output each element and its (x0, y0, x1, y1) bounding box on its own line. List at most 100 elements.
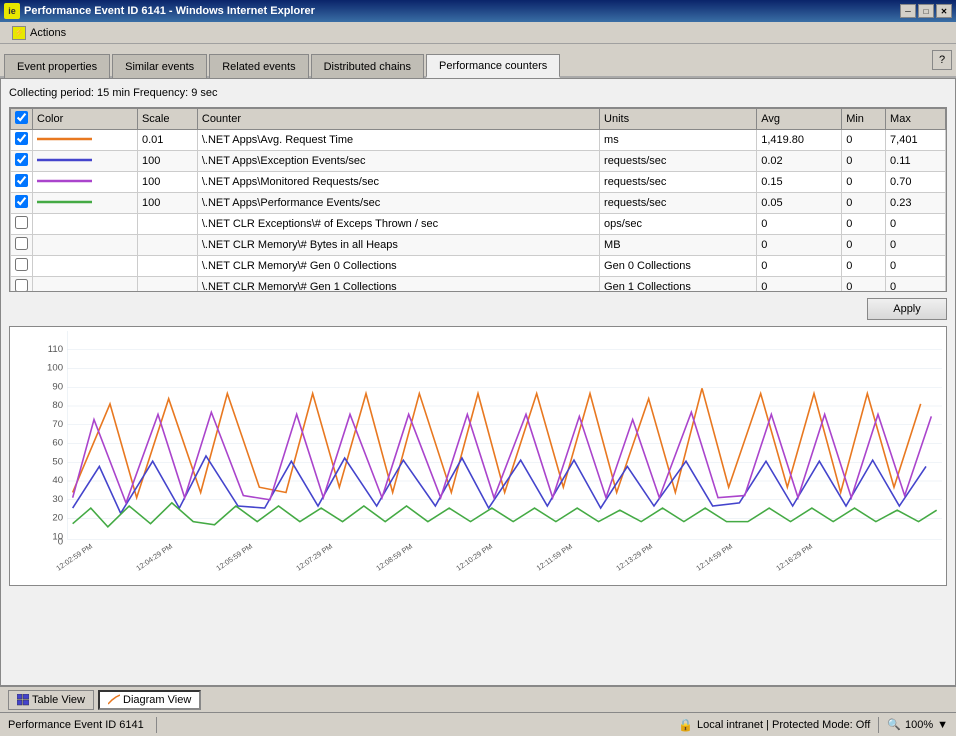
row-scale (137, 256, 197, 277)
row-checkbox[interactable] (15, 132, 28, 145)
row-checkbox-cell (11, 193, 33, 214)
row-avg: 0.05 (757, 193, 842, 214)
actions-menu[interactable]: ⚡ Actions (4, 24, 74, 42)
svg-text:40: 40 (52, 475, 63, 486)
row-scale (137, 214, 197, 235)
row-avg: 0 (757, 235, 842, 256)
row-counter: \.NET CLR Exceptions\# of Exceps Thrown … (197, 214, 599, 235)
svg-text:90: 90 (52, 381, 63, 392)
row-color (33, 151, 138, 172)
row-color (33, 193, 138, 214)
row-color (33, 214, 138, 235)
row-units: requests/sec (600, 193, 757, 214)
row-max: 0 (886, 256, 946, 277)
color-line (37, 196, 92, 208)
table-row: 100\.NET Apps\Performance Events/secrequ… (11, 193, 946, 214)
row-min: 0 (842, 235, 886, 256)
window-controls[interactable]: ─ □ ✕ (900, 4, 952, 18)
row-counter: \.NET CLR Memory\# Gen 0 Collections (197, 256, 599, 277)
minimize-button[interactable]: ─ (900, 4, 916, 18)
row-checkbox-cell (11, 130, 33, 151)
help-button[interactable]: ? (932, 50, 952, 70)
bottom-toolbar: Table View Diagram View (0, 686, 956, 712)
row-counter: \.NET Apps\Monitored Requests/sec (197, 172, 599, 193)
svg-text:100: 100 (47, 363, 63, 374)
row-checkbox[interactable] (15, 258, 28, 271)
status-divider-1 (156, 717, 157, 733)
status-bar: Performance Event ID 6141 🔒 Local intran… (0, 712, 956, 736)
row-scale (137, 277, 197, 293)
security-status: Local intranet | Protected Mode: Off (697, 719, 870, 731)
table-row: \.NET CLR Exceptions\# of Exceps Thrown … (11, 214, 946, 235)
row-units: Gen 0 Collections (600, 256, 757, 277)
row-checkbox[interactable] (15, 153, 28, 166)
maximize-button[interactable]: □ (918, 4, 934, 18)
select-all-checkbox[interactable] (15, 111, 28, 124)
table-view-button[interactable]: Table View (8, 690, 94, 710)
close-button[interactable]: ✕ (936, 4, 952, 18)
chart-area: 110 100 90 80 70 60 50 40 30 20 10 0 (9, 326, 947, 586)
apply-button[interactable]: Apply (867, 298, 947, 320)
tab-related-events[interactable]: Related events (209, 54, 308, 78)
row-counter: \.NET CLR Memory\# Bytes in all Heaps (197, 235, 599, 256)
row-units: Gen 1 Collections (600, 277, 757, 293)
status-title: Performance Event ID 6141 (8, 719, 144, 731)
row-scale (137, 235, 197, 256)
row-color (33, 172, 138, 193)
svg-text:70: 70 (52, 419, 63, 430)
row-avg: 0 (757, 277, 842, 293)
tab-similar-events[interactable]: Similar events (112, 54, 207, 78)
svg-text:0: 0 (58, 537, 63, 548)
diagram-view-button[interactable]: Diagram View (98, 690, 201, 710)
row-checkbox[interactable] (15, 216, 28, 229)
svg-text:60: 60 (52, 438, 63, 449)
row-avg: 0.02 (757, 151, 842, 172)
diagram-icon (108, 694, 120, 706)
col-scale: Scale (137, 109, 197, 130)
table-row: \.NET CLR Memory\# Bytes in all HeapsMB0… (11, 235, 946, 256)
status-right: 🔒 Local intranet | Protected Mode: Off 🔍… (678, 717, 948, 733)
zoom-dropdown-arrow[interactable]: ▼ (937, 719, 948, 731)
row-counter: \.NET Apps\Performance Events/sec (197, 193, 599, 214)
color-line (37, 175, 92, 187)
window-title: Performance Event ID 6141 - Windows Inte… (24, 5, 900, 17)
color-line (37, 154, 92, 166)
row-scale: 100 (137, 151, 197, 172)
row-max: 0 (886, 214, 946, 235)
col-min: Min (842, 109, 886, 130)
svg-text:50: 50 (52, 456, 63, 467)
svg-text:80: 80 (52, 400, 63, 411)
row-checkbox[interactable] (15, 237, 28, 250)
counter-table-wrapper: Color Scale Counter Units Avg Min Max 0.… (9, 107, 947, 292)
row-scale: 0.01 (137, 130, 197, 151)
col-color: Color (33, 109, 138, 130)
row-min: 0 (842, 151, 886, 172)
row-checkbox[interactable] (15, 195, 28, 208)
row-color (33, 130, 138, 151)
table-row: 100\.NET Apps\Exception Events/secreques… (11, 151, 946, 172)
row-checkbox-cell (11, 151, 33, 172)
tab-event-properties[interactable]: Event properties (4, 54, 110, 78)
row-color (33, 277, 138, 293)
row-min: 0 (842, 277, 886, 293)
row-units: MB (600, 235, 757, 256)
tab-distributed-chains[interactable]: Distributed chains (311, 54, 424, 78)
color-line (37, 133, 92, 145)
col-checkbox (11, 109, 33, 130)
row-scale: 100 (137, 193, 197, 214)
row-checkbox[interactable] (15, 279, 28, 292)
row-max: 0.70 (886, 172, 946, 193)
table-row: 0.01\.NET Apps\Avg. Request Timems1,419.… (11, 130, 946, 151)
row-min: 0 (842, 172, 886, 193)
table-row: \.NET CLR Memory\# Gen 1 CollectionsGen … (11, 277, 946, 293)
row-counter: \.NET Apps\Exception Events/sec (197, 151, 599, 172)
row-units: requests/sec (600, 151, 757, 172)
row-checkbox-cell (11, 172, 33, 193)
collecting-info: Collecting period: 15 min Frequency: 9 s… (9, 87, 947, 99)
row-checkbox[interactable] (15, 174, 28, 187)
tab-performance-counters[interactable]: Performance counters (426, 54, 560, 78)
row-counter: \.NET Apps\Avg. Request Time (197, 130, 599, 151)
zoom-level: 100% (905, 719, 933, 731)
svg-text:20: 20 (52, 513, 63, 524)
table-view-label: Table View (32, 694, 85, 706)
